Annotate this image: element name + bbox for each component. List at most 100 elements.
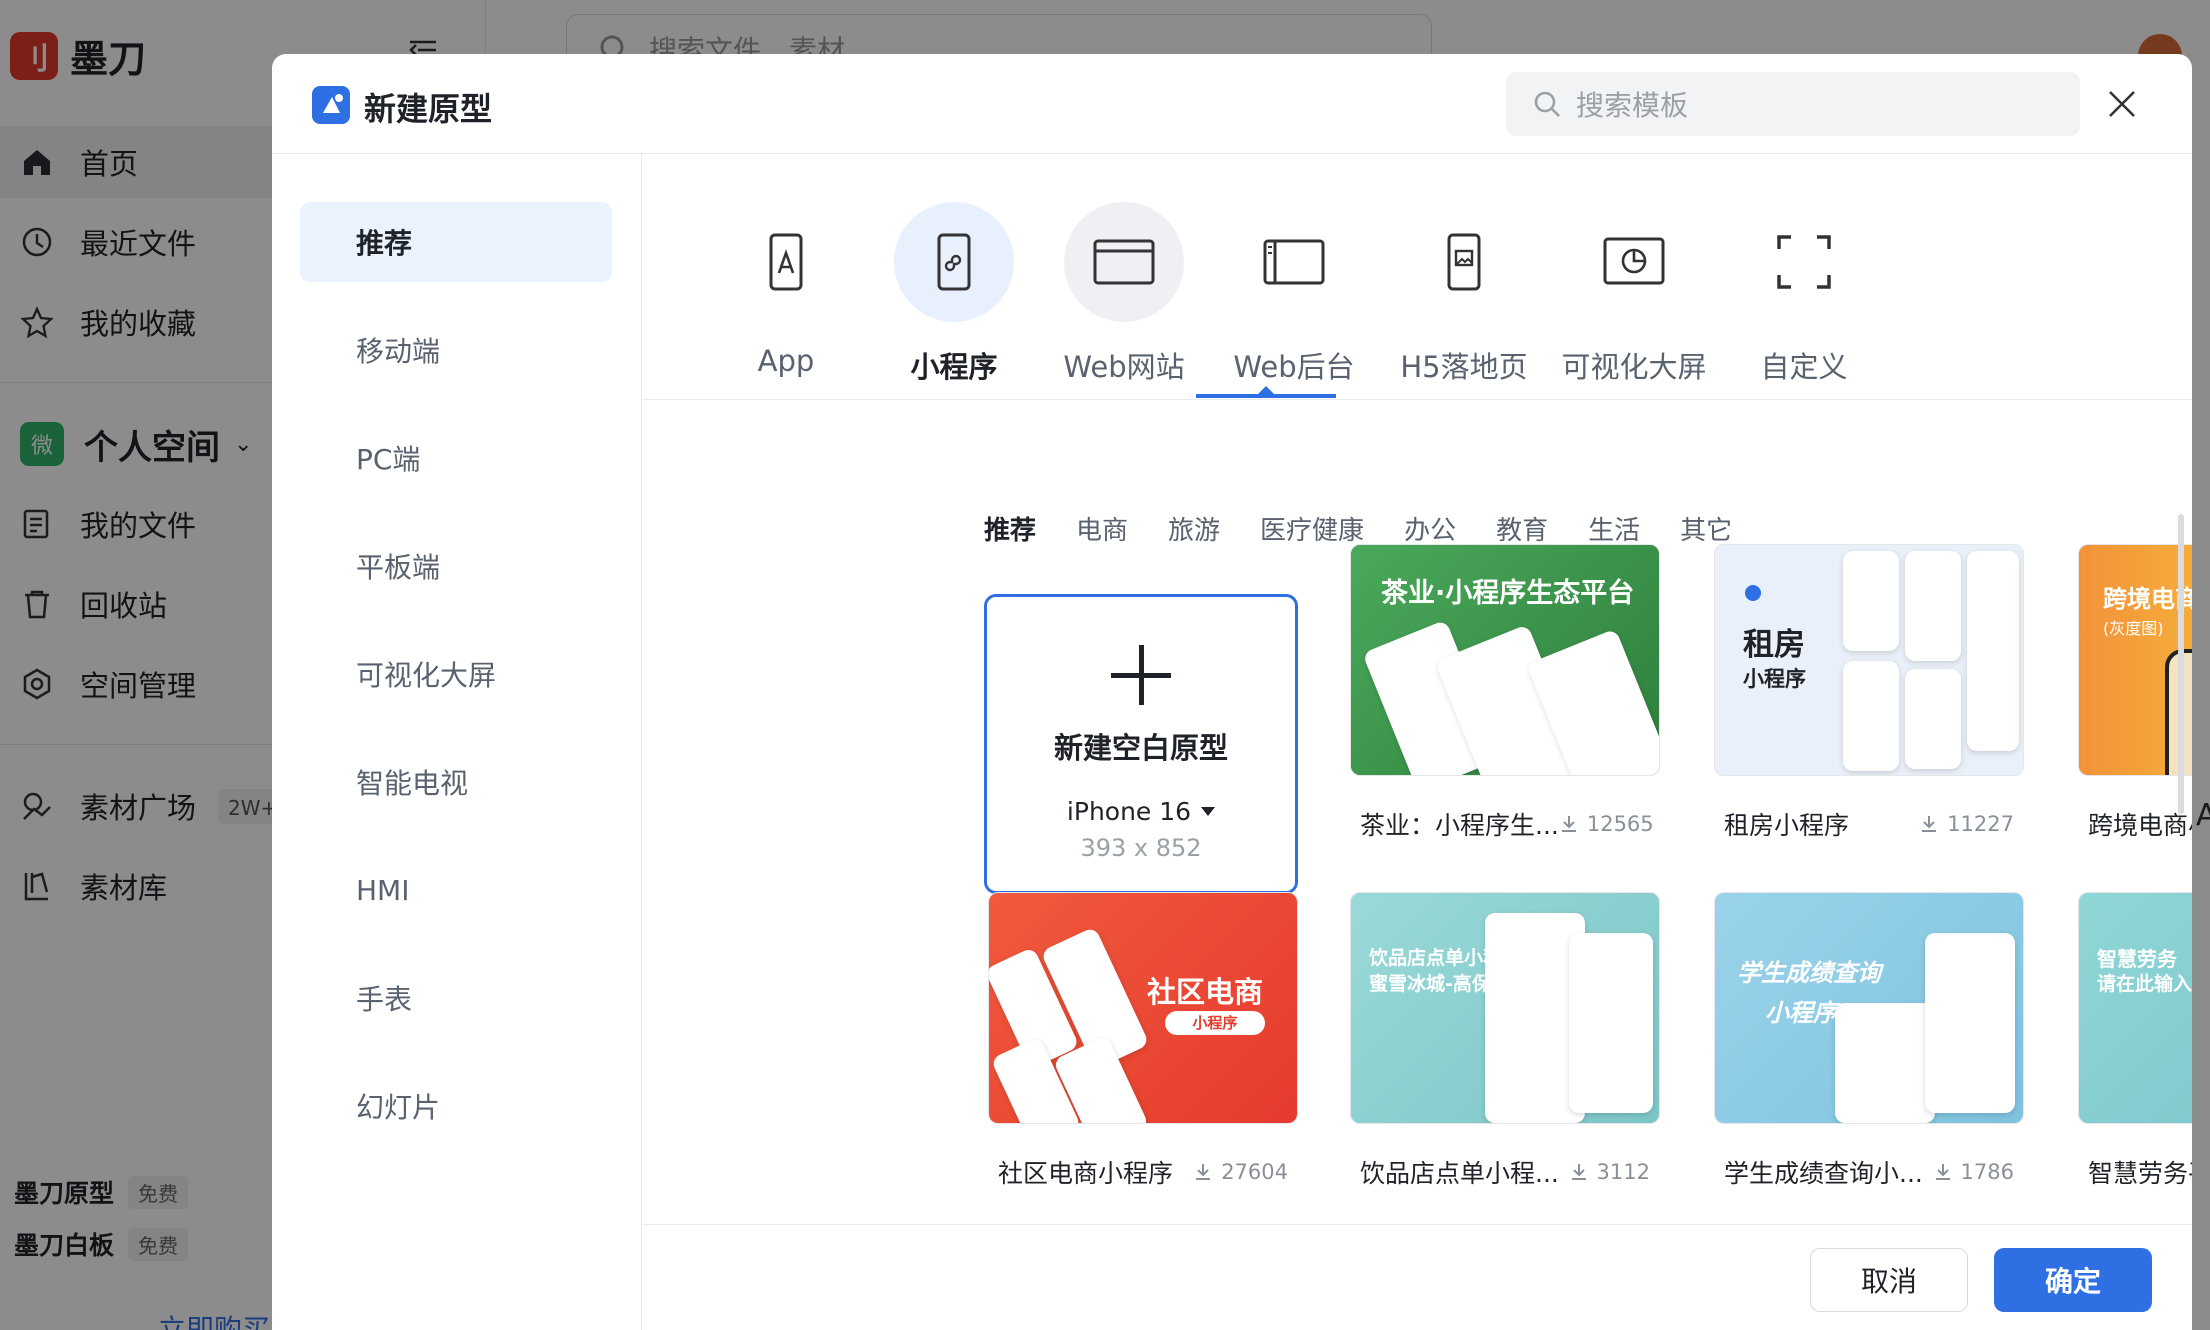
download-value: 3112 [1596,1160,1650,1184]
template-meta: 社区电商小程序 27604 [988,1154,1298,1190]
template-card[interactable]: 社区电商 小程序 社区电商小程序 27604 [988,892,1298,1190]
device-size: 393 x 852 [1080,834,1202,862]
thumb-subtitle: (灰度图) [2103,619,2164,638]
template-thumbnail: 学生成绩查询 小程序 [1714,892,2024,1124]
sub-tab-life[interactable]: 生活 [1588,510,1640,547]
category-pc[interactable]: PC端 [300,418,612,498]
category-sidebar: 推荐 移动端 PC端 平板端 可视化大屏 智能电视 HMI 手表 幻灯片 [272,154,642,1330]
thumb-title: 智慧劳务 [2097,947,2177,971]
type-app[interactable]: App [701,202,871,392]
template-name: 饮品店点单小程... [1360,1159,1559,1188]
category-mobile[interactable]: 移动端 [300,310,612,390]
type-mini-program[interactable]: 小程序 [869,202,1039,392]
category-watch[interactable]: 手表 [300,958,612,1038]
blank-card-title: 新建空白原型 [1053,731,1228,765]
template-name: 茶业：小程序生... [1360,811,1559,840]
phone-mockup [1905,551,1961,661]
category-hmi[interactable]: HMI [300,850,612,930]
template-search-input[interactable]: 搜索模板 [1506,72,2080,136]
download-icon [1922,816,1937,832]
caret-down-icon [1201,807,1216,816]
category-tablet[interactable]: 平板端 [300,526,612,606]
phone-mockup [1835,1003,1935,1123]
thumb-title: 茶业·小程序生态平台 [1381,578,1635,609]
template-sub-tabs: 推荐 电商 旅游 医疗健康 办公 教育 生活 其它 [984,510,1772,547]
sub-tab-ecommerce[interactable]: 电商 [1076,510,1128,547]
template-card[interactable]: 茶业·小程序生态平台 茶业：小程序生... 12565 [1350,544,1660,842]
thumb-subtitle: 小程序 [1165,1011,1265,1035]
type-web-site[interactable]: Web网站 [1039,202,1209,392]
prototype-type-row: App 小程序 Web网站 Web后台 H5落地页 可视化大屏 自定义 [642,154,2192,400]
template-meta: 饮品店点单小程... 3112 [1350,1154,1660,1190]
template-name: 租房小程序 [1724,811,1850,840]
template-card[interactable]: 跨境电商小程序 (灰度图) 跨境电商小程序... 7689 [2078,544,2192,842]
download-value: 12565 [1586,812,1654,836]
template-card[interactable]: 智慧劳务 请在此输入标题 智慧劳务平台 969 [2078,892,2192,1190]
sub-tab-education[interactable]: 教育 [1496,510,1548,547]
template-thumbnail: 租房 小程序 [1714,544,2024,776]
template-card[interactable]: 饮品店点单小程序 蜜雪冰城-高保真 饮品店点单小程... 3112 [1350,892,1660,1190]
active-type-indicator [1196,394,1336,398]
plus-icon [1111,645,1171,705]
thumb-subtitle: 小程序 [1743,667,1806,691]
download-value: 11227 [1947,812,2014,836]
template-name: 学生成绩查询小... [1724,1159,1923,1188]
category-smart-tv[interactable]: 智能电视 [300,742,612,822]
dot-icon [1745,585,1761,601]
scrollbar[interactable] [2178,514,2184,814]
template-name: 社区电商小程序 [998,1159,1174,1188]
type-label: 可视化大屏 [1561,350,1707,384]
type-web-admin[interactable]: Web后台 [1209,202,1379,392]
type-label: App [757,344,815,378]
thumb-subtitle: 请在此输入标题 [2097,973,2192,995]
app-icon [726,202,846,322]
cancel-button[interactable]: 取消 [1810,1248,1968,1312]
sub-tab-travel[interactable]: 旅游 [1168,510,1220,547]
search-placeholder: 搜索模板 [1576,89,1689,122]
sub-tab-medical[interactable]: 医疗健康 [1260,510,1364,547]
template-name: 智慧劳务平台 [2088,1159,2192,1188]
phone-mockup [1925,933,2015,1113]
sub-tab-other[interactable]: 其它 [1680,510,1732,547]
type-custom[interactable]: 自定义 [1719,202,1889,392]
template-thumbnail: 智慧劳务 请在此输入标题 [2078,892,2192,1124]
template-card[interactable]: 学生成绩查询 小程序 学生成绩查询小... 1786 [1714,892,2024,1190]
new-blank-prototype-card[interactable]: 新建空白原型 iPhone 16 393 x 852 [984,594,1298,894]
type-label: Web后台 [1233,350,1355,384]
template-thumbnail: 社区电商 小程序 [988,892,1298,1124]
template-meta: 智慧劳务平台 969 [2078,1154,2192,1190]
download-icon [1935,1164,1950,1180]
confirm-button[interactable]: 确定 [1994,1248,2152,1312]
sub-tab-recommend[interactable]: 推荐 [984,510,1036,547]
phone-mockup [1967,551,2019,751]
download-count: 1786 [1933,1160,2014,1184]
mini-program-icon [894,202,1014,322]
thumb-subtitle: 小程序 [1765,999,1837,1027]
type-label: Web网站 [1063,350,1185,384]
custom-frame-icon [1744,202,1864,322]
template-meta: 茶业：小程序生... 12565 [1350,806,1660,842]
template-meta: 学生成绩查询小... 1786 [1714,1154,2024,1190]
thumb-title: 租房 [1743,627,1805,663]
prototype-logo-icon [312,86,350,124]
sub-tab-office[interactable]: 办公 [1404,510,1456,547]
template-name: 跨境电商小程序... [2088,811,2192,840]
category-slides[interactable]: 幻灯片 [300,1066,612,1146]
type-dashboard[interactable]: 可视化大屏 [1549,202,1719,392]
device-select[interactable]: iPhone 16 [1066,797,1216,826]
phone-mockup [1905,669,1961,769]
device-name: iPhone 16 [1066,797,1192,826]
download-icon [1196,1164,1211,1180]
download-count: 27604 [1193,1160,1288,1184]
type-label: 自定义 [1760,350,1848,384]
template-thumbnail: 跨境电商小程序 (灰度图) [2078,544,2192,776]
category-recommend[interactable]: 推荐 [300,202,612,282]
type-h5-landing[interactable]: H5落地页 [1379,202,1549,392]
category-dashboard[interactable]: 可视化大屏 [300,634,612,714]
template-meta: 跨境电商小程序... 7689 [2078,806,2192,842]
template-card[interactable]: 租房 小程序 租房小程序 11227 [1714,544,2024,842]
template-thumbnail: 茶业·小程序生态平台 [1350,544,1660,776]
close-icon[interactable] [2106,88,2138,120]
download-value: 1786 [1960,1160,2014,1184]
web-site-icon [1064,202,1184,322]
